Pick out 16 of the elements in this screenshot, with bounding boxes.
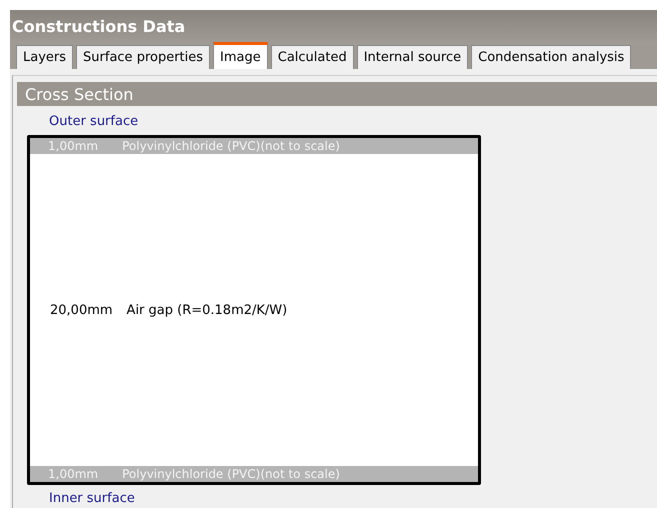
layer-description: Air gap (R=0.18m2/K/W) xyxy=(126,302,288,318)
layer-thickness: 1,00mm xyxy=(48,467,98,481)
tab[interactable]: Image xyxy=(213,42,268,69)
layer-thickness: 20,00mm xyxy=(50,302,113,318)
window-title: Constructions Data xyxy=(12,16,186,36)
tab[interactable]: Condensation analysis xyxy=(471,45,632,69)
layer-thickness: 1,00mm xyxy=(48,139,98,153)
tab[interactable]: Internal source xyxy=(356,45,468,69)
section-title: Cross Section xyxy=(25,84,134,104)
outer-surface-label: Outer surface xyxy=(49,114,138,129)
layer-description: Polyvinylchloride (PVC)(not to scale) xyxy=(122,139,340,153)
inner-surface-label: Inner surface xyxy=(49,491,135,506)
tab[interactable]: Layers xyxy=(16,45,74,69)
tab[interactable]: Surface properties xyxy=(76,45,210,69)
tab[interactable]: Calculated xyxy=(270,45,354,69)
layer-description: Polyvinylchloride (PVC)(not to scale) xyxy=(122,467,340,481)
